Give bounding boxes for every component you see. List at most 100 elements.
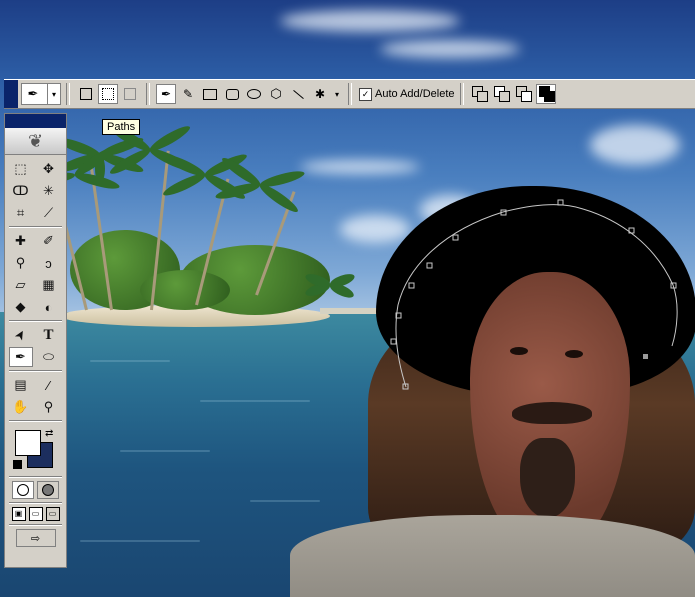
options-bar: ✒ ▾ ✒ ✎ ⬡ ✱ ▾ ✓ Auto Add/Delete: [4, 79, 695, 109]
lasso-icon: ↀ: [12, 183, 29, 198]
options-bar-grip[interactable]: [4, 80, 18, 108]
pen-tool[interactable]: ✒: [8, 347, 33, 367]
gradient-icon: ▦: [42, 277, 55, 292]
rounded-rectangle-tool-button[interactable]: [222, 84, 242, 104]
feather-logo-icon[interactable]: ❦: [5, 128, 66, 155]
type-tool[interactable]: T: [37, 325, 61, 345]
blur-tool[interactable]: ◆: [9, 297, 33, 317]
magic-wand-tool[interactable]: ✳: [37, 181, 61, 201]
foreground-color-swatch[interactable]: [15, 430, 41, 456]
subtract-area-icon: [493, 86, 510, 102]
swap-colors-icon[interactable]: ⇄: [45, 428, 53, 439]
standard-mode-icon: [17, 484, 29, 496]
anchor-point[interactable]: [390, 338, 397, 345]
marquee-tool[interactable]: ⬚: [9, 159, 33, 179]
ellipse-tool-button[interactable]: [244, 84, 264, 104]
add-to-path-area-button[interactable]: [470, 84, 490, 104]
custom-shape-tool-button[interactable]: ✱: [310, 84, 330, 104]
checkmark-icon[interactable]: ✓: [359, 87, 372, 101]
brush-icon: ✐: [43, 233, 54, 248]
eraser-icon: ▱: [15, 277, 26, 292]
separator: [9, 226, 62, 228]
marquee-icon: ⬚: [14, 161, 27, 176]
shape-layers-button[interactable]: [76, 84, 96, 104]
full-screen-menu-mode-button[interactable]: ▭: [28, 507, 43, 521]
gradient-tool[interactable]: ▦: [37, 275, 61, 295]
line-tool-button[interactable]: [288, 84, 308, 104]
mask-mode-row: [5, 481, 66, 499]
separator: [9, 476, 62, 478]
anchor-point[interactable]: [408, 282, 415, 289]
lasso-tool[interactable]: ↀ: [9, 181, 33, 201]
tool-preset-picker[interactable]: ✒ ▾: [21, 83, 61, 105]
path-selection-tool[interactable]: ➤: [9, 325, 33, 345]
rectangle-icon: [203, 88, 217, 100]
move-tool[interactable]: ✥: [37, 159, 61, 179]
dodge-icon: ◐: [44, 299, 53, 315]
polygon-icon: ⬡: [270, 86, 282, 101]
freeform-pen-icon: ✎: [182, 87, 194, 101]
crop-tool[interactable]: ⌗: [9, 203, 33, 223]
separator: [66, 83, 70, 105]
auto-add-delete-checkbox[interactable]: ✓ Auto Add/Delete: [359, 87, 455, 101]
quick-mask-mode-button[interactable]: [37, 481, 59, 499]
jump-row: ⇨: [5, 529, 66, 547]
polygon-tool-button[interactable]: ⬡: [266, 84, 286, 104]
jump-to-imageready-button[interactable]: ⇨: [15, 529, 56, 547]
paths-icon: [102, 88, 114, 100]
shape-layers-icon: [80, 88, 92, 100]
standard-screen-mode-button[interactable]: ▣: [11, 507, 26, 521]
quick-mask-icon: [42, 484, 54, 496]
notes-icon: ▤: [14, 377, 27, 392]
dodge-tool[interactable]: ◐: [37, 297, 61, 317]
add-area-icon: [471, 86, 488, 102]
tool-grid: ➤ T ✒ ⬭: [5, 325, 66, 367]
anchor-point[interactable]: [452, 234, 459, 241]
standard-mode-button[interactable]: [12, 481, 34, 499]
type-icon: T: [43, 326, 54, 343]
brush-tool[interactable]: ✐: [37, 231, 61, 251]
selected-anchor-point[interactable]: [643, 354, 648, 359]
eraser-tool[interactable]: ▱: [9, 275, 33, 295]
exclude-overlapping-areas-button[interactable]: [535, 84, 556, 104]
tool-grid: ✚ ✐ ⚲ ↄ ▱ ▦ ◆ ◐: [5, 231, 66, 317]
tooltip: Paths: [102, 119, 141, 135]
separator: [348, 83, 352, 105]
jump-icon: ⇨: [30, 532, 41, 545]
full-screen-mode-button[interactable]: ▭: [45, 507, 60, 521]
slice-tool[interactable]: ⟋: [37, 203, 61, 223]
geometry-options-button[interactable]: ▾: [332, 84, 342, 104]
intersect-area-icon: [515, 86, 532, 102]
default-colors-icon[interactable]: [13, 460, 22, 469]
paths-button[interactable]: [98, 84, 118, 104]
separator: [9, 420, 62, 422]
zoom-tool[interactable]: ⚲: [37, 397, 61, 417]
exclude-area-icon: [538, 86, 555, 102]
custom-shape-icon: ✱: [314, 87, 326, 101]
freeform-pen-button[interactable]: ✎: [178, 84, 198, 104]
pen-icon: ✒: [15, 349, 26, 364]
rectangle-tool-button[interactable]: [200, 84, 220, 104]
anchor-point[interactable]: [426, 262, 433, 269]
eyedropper-tool[interactable]: ⁄: [37, 375, 61, 395]
rounded-rectangle-icon: [225, 88, 239, 100]
healing-brush-tool[interactable]: ✚: [9, 231, 33, 251]
notes-tool[interactable]: ▤: [9, 375, 33, 395]
pen-icon: ✒: [160, 87, 172, 101]
zoom-icon: ⚲: [43, 399, 54, 414]
intersect-path-areas-button[interactable]: [514, 84, 534, 104]
hand-icon: ✋: [12, 399, 29, 414]
ellipse-tool[interactable]: ⬭: [37, 347, 61, 367]
crop-icon: ⌗: [16, 205, 25, 220]
pen-tool-button[interactable]: ✒: [156, 84, 176, 104]
fill-pixels-button[interactable]: [120, 84, 140, 104]
auto-add-delete-label: Auto Add/Delete: [375, 88, 455, 100]
subtract-from-path-area-button[interactable]: [492, 84, 512, 104]
history-brush-icon: ↄ: [45, 255, 52, 271]
toolbox-title-bar[interactable]: [5, 114, 66, 128]
line-icon: [292, 89, 304, 99]
separator: [9, 502, 62, 504]
history-brush-tool[interactable]: ↄ: [37, 253, 61, 273]
hand-tool[interactable]: ✋: [9, 397, 33, 417]
clone-stamp-tool[interactable]: ⚲: [9, 253, 33, 273]
